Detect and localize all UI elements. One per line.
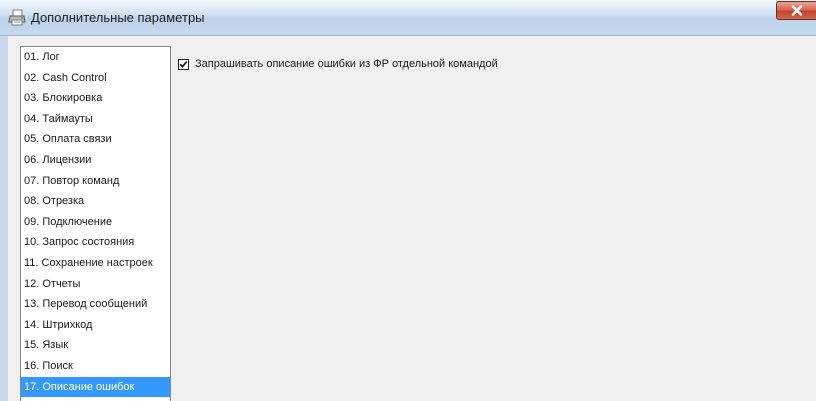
list-item[interactable]: 06. Лицензии [21, 150, 170, 171]
list-item[interactable]: 01. Лог [21, 47, 170, 68]
list-item[interactable]: 16. Поиск [21, 356, 170, 377]
list-item[interactable]: 05. Оплата связи [21, 129, 170, 150]
list-item[interactable]: 03. Блокировка [21, 88, 170, 109]
request-error-description-label: Запрашивать описание ошибки из ФР отдель… [195, 58, 498, 70]
list-item[interactable]: 04. Таймауты [21, 109, 170, 130]
dialog-window: Дополнительные параметры 01. Лог 02. Cas… [0, 0, 816, 401]
title-bar[interactable]: Дополнительные параметры [0, 0, 816, 36]
checkmark-icon [179, 61, 188, 68]
list-item-selected[interactable]: 17. Описание ошибок [21, 376, 170, 398]
list-item[interactable]: 07. Повтор команд [21, 171, 170, 192]
list-item[interactable]: 13. Перевод сообщений [21, 294, 170, 315]
list-item[interactable]: 08. Отрезка [21, 191, 170, 212]
close-icon [791, 5, 803, 16]
printer-icon [8, 9, 26, 27]
list-item[interactable]: 02. Cash Control [21, 68, 170, 89]
list-item[interactable]: 14. Штрихкод [21, 315, 170, 336]
dialog-content: 01. Лог 02. Cash Control 03. Блокировка … [0, 36, 816, 401]
close-button[interactable] [776, 1, 816, 20]
list-item[interactable]: 12. Отчеты [21, 274, 170, 295]
settings-category-list[interactable]: 01. Лог 02. Cash Control 03. Блокировка … [20, 46, 171, 401]
list-item[interactable]: 11. Сохранение настроек [21, 253, 170, 274]
list-item[interactable]: 10. Запрос состояния [21, 232, 170, 253]
request-error-description-checkbox[interactable] [178, 59, 189, 70]
window-title: Дополнительные параметры [31, 10, 205, 25]
list-item[interactable]: 15. Язык [21, 335, 170, 356]
window-frame-left [0, 36, 8, 401]
list-item[interactable]: 09. Подключение [21, 212, 170, 233]
